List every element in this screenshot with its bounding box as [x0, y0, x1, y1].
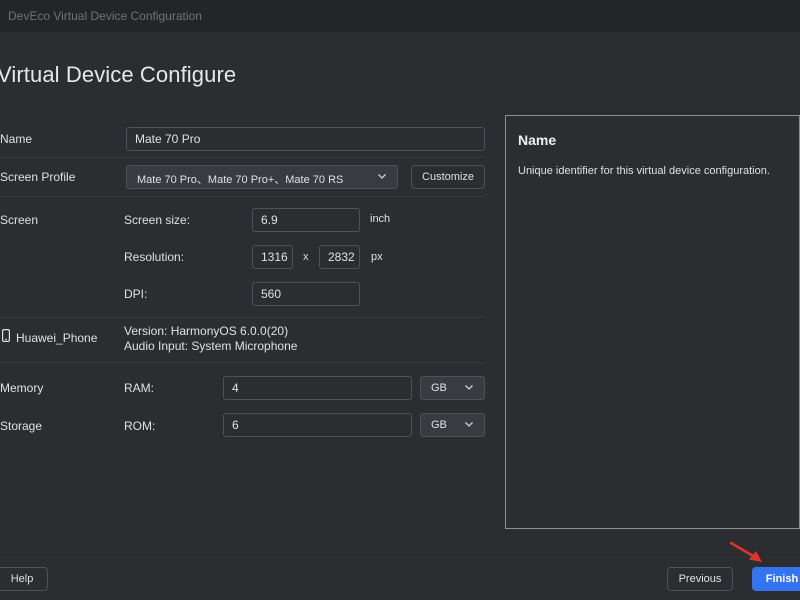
info-panel: Name Unique identifier for this virtual … [505, 115, 800, 529]
memory-label: Memory [0, 381, 43, 395]
customize-button[interactable]: Customize [411, 165, 485, 189]
page-title: Virtual Device Configure [0, 62, 236, 88]
ram-input[interactable]: 4 [223, 376, 412, 400]
footer-divider [0, 556, 800, 557]
previous-button[interactable]: Previous [667, 567, 733, 591]
rom-unit-value: GB [431, 419, 447, 431]
screen-size-value: 6.9 [261, 213, 278, 227]
dpi-label: DPI: [124, 287, 147, 301]
divider [0, 317, 485, 318]
screen-size-label: Screen size: [124, 213, 190, 227]
chevron-down-icon [376, 170, 388, 182]
chevron-down-icon [463, 381, 475, 393]
device-audio-input: Audio Input: System Microphone [124, 339, 297, 353]
screen-size-unit: inch [370, 213, 390, 225]
device-type-label: Huawei_Phone [16, 331, 97, 345]
window-titlebar: DevEco Virtual Device Configuration [0, 0, 800, 32]
annotation-arrow-icon [728, 540, 768, 566]
divider [0, 362, 485, 363]
resolution-label: Resolution: [124, 250, 184, 264]
resolution-width-input[interactable]: 1316 [252, 245, 293, 269]
phone-icon [2, 329, 10, 342]
screen-profile-selected: Mate 70 Pro、Mate 70 Pro+、Mate 70 RS [137, 174, 343, 186]
help-button[interactable]: Help [0, 567, 48, 591]
device-version: Version: HarmonyOS 6.0.0(20) [124, 324, 288, 338]
rom-unit-select[interactable]: GB [420, 413, 485, 437]
info-panel-description: Unique identifier for this virtual devic… [518, 165, 770, 177]
name-label: Name [0, 132, 32, 146]
dpi-input[interactable]: 560 [252, 282, 360, 306]
rom-label: ROM: [124, 419, 155, 433]
ram-value: 4 [232, 381, 239, 395]
screen-profile-select[interactable]: Mate 70 Pro、Mate 70 Pro+、Mate 70 RS [126, 165, 398, 189]
ram-unit-value: GB [431, 382, 447, 394]
divider [0, 196, 485, 197]
resolution-height-input[interactable]: 2832 [319, 245, 360, 269]
resolution-separator: x [303, 251, 309, 263]
screen-size-input[interactable]: 6.9 [252, 208, 360, 232]
divider [0, 157, 485, 158]
window-title: DevEco Virtual Device Configuration [8, 9, 202, 23]
name-input-value: Mate 70 Pro [135, 132, 200, 146]
rom-input[interactable]: 6 [223, 413, 412, 437]
ram-unit-select[interactable]: GB [420, 376, 485, 400]
screen-label: Screen [0, 213, 38, 227]
name-input[interactable]: Mate 70 Pro [126, 127, 485, 151]
finish-button[interactable]: Finish [752, 567, 800, 591]
rom-value: 6 [232, 418, 239, 432]
info-panel-title: Name [518, 132, 556, 148]
resolution-height-value: 2832 [328, 250, 355, 264]
dpi-value: 560 [261, 287, 281, 301]
chevron-down-icon [463, 418, 475, 430]
resolution-width-value: 1316 [261, 250, 288, 264]
ram-label: RAM: [124, 381, 154, 395]
storage-label: Storage [0, 419, 42, 433]
resolution-unit: px [371, 251, 383, 263]
screen-profile-label: Screen Profile [0, 170, 75, 184]
